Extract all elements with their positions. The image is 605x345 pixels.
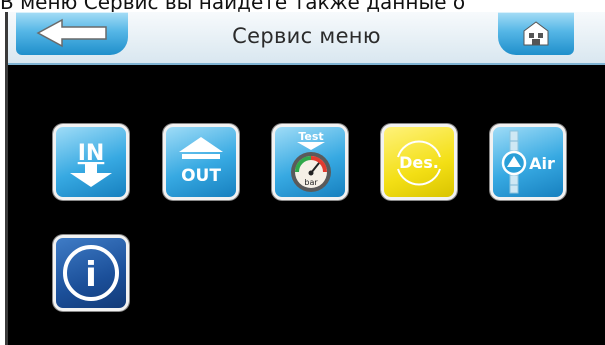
air-tile-button[interactable]: Air <box>490 124 566 200</box>
in-label: IN <box>78 141 105 166</box>
arrow-down-icon <box>70 164 112 187</box>
test-tile-button[interactable]: Test bar <box>272 124 348 200</box>
arrow-up-icon <box>179 137 223 159</box>
air-vent-icon <box>501 130 527 194</box>
arrow-down-small-icon <box>297 142 325 150</box>
test-label: Test <box>298 130 323 143</box>
device-screen: Сервис меню IN OUT Test bar Des. Air i <box>5 12 605 345</box>
info-icon: i <box>63 245 119 301</box>
des-tile-button[interactable]: Des. <box>381 124 457 200</box>
in-tile-button[interactable]: IN <box>53 124 129 200</box>
out-tile-button[interactable]: OUT <box>163 124 239 200</box>
air-label: Air <box>529 154 555 173</box>
out-label: OUT <box>181 166 221 186</box>
des-label: Des. <box>399 153 439 172</box>
top-bar: Сервис меню <box>8 12 605 65</box>
pressure-gauge-icon: bar <box>291 152 331 192</box>
info-label: i <box>85 255 97 295</box>
info-tile-button[interactable]: i <box>53 235 129 311</box>
home-icon <box>523 21 549 46</box>
home-button[interactable] <box>498 12 574 55</box>
bar-label: bar <box>304 178 318 187</box>
